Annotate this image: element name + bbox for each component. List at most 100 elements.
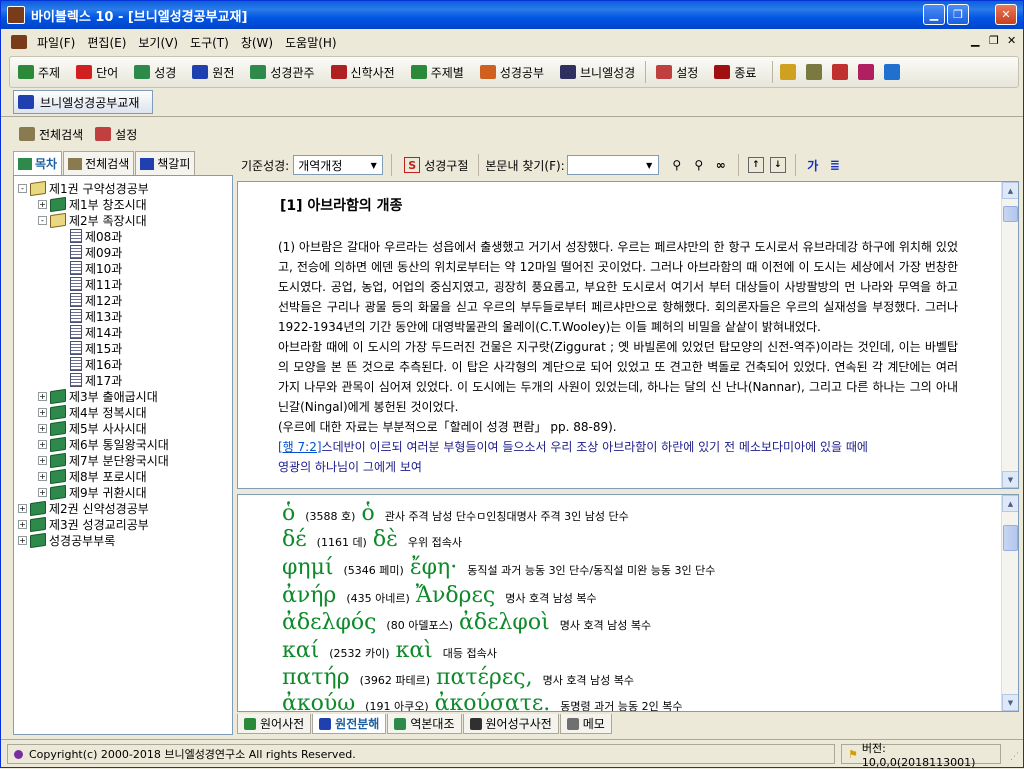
tree-node[interactable]: + 제1부 창조시대 bbox=[14, 196, 232, 212]
scroll-down-icon[interactable]: ▼ bbox=[1002, 471, 1018, 488]
tab-bookmarks[interactable]: 책갈피 bbox=[135, 151, 196, 175]
tab-contents[interactable]: 목차 bbox=[13, 151, 63, 175]
tree-node[interactable]: 제17과 bbox=[14, 372, 232, 388]
tree-node[interactable]: 제14과 bbox=[14, 324, 232, 340]
greek-scrollbar[interactable]: ▲ ▼ bbox=[1001, 495, 1018, 711]
find-prev-icon[interactable]: ⚲ bbox=[669, 157, 685, 173]
expand-icon[interactable]: + bbox=[38, 455, 47, 465]
menu-window[interactable]: 창(W) bbox=[235, 34, 279, 51]
resize-grip-icon[interactable]: ⋰ bbox=[1010, 752, 1019, 762]
article-scrollbar[interactable]: ▲ ▼ bbox=[1001, 182, 1018, 488]
menu-file[interactable]: 파일(F) bbox=[31, 34, 81, 51]
tree-node[interactable]: + 제3부 출애굽시대 bbox=[14, 388, 232, 404]
close-button[interactable]: ✕ bbox=[995, 4, 1017, 25]
verse-button[interactable]: S 성경구절 bbox=[400, 152, 472, 178]
mdi-close-button[interactable]: ✕ bbox=[1007, 34, 1016, 47]
expand-icon[interactable]: + bbox=[38, 199, 47, 209]
find-next-icon[interactable]: ⚲ bbox=[691, 157, 707, 173]
page-prev-icon[interactable]: ↑ bbox=[747, 157, 764, 173]
tree-node[interactable]: 제15과 bbox=[14, 340, 232, 356]
app-icon[interactable] bbox=[7, 6, 25, 24]
greek-entry[interactable]: ἀδελφός (80 아델포스) ἀδελφοὶ 명사 호격 남성 복수 bbox=[282, 610, 651, 635]
menu-tools[interactable]: 도구(T) bbox=[184, 34, 235, 51]
extra-toolbar-icon[interactable] bbox=[780, 64, 797, 80]
expand-icon[interactable]: + bbox=[38, 471, 47, 481]
expand-icon[interactable]: + bbox=[38, 487, 47, 497]
binoculars-icon[interactable]: ∞ bbox=[713, 157, 729, 173]
scroll-up-icon[interactable]: ▲ bbox=[1002, 182, 1018, 199]
expand-icon[interactable]: + bbox=[18, 535, 27, 545]
toolbar-button-10[interactable]: 종료 bbox=[706, 59, 764, 85]
search-all-button[interactable]: 전체검색 bbox=[13, 121, 89, 147]
tree-node[interactable]: + 제6부 통일왕국시대 bbox=[14, 436, 232, 452]
page-next-icon[interactable]: ↓ bbox=[769, 157, 786, 173]
tree-node[interactable]: 제12과 bbox=[14, 292, 232, 308]
tree-node[interactable]: 제13과 bbox=[14, 308, 232, 324]
extra-toolbar-icon[interactable] bbox=[884, 64, 901, 80]
expand-icon[interactable]: + bbox=[38, 423, 47, 433]
minimize-button[interactable]: ▁ bbox=[923, 4, 945, 25]
bottom-tab-1[interactable]: 원전분해 bbox=[312, 714, 387, 734]
greek-entry[interactable]: καί (2532 카이) καὶ 대등 접속사 bbox=[282, 638, 497, 663]
toolbar-button-7[interactable]: 성경공부 bbox=[472, 59, 552, 85]
base-bible-select[interactable]: 개역개정 ▼ bbox=[293, 155, 384, 175]
scroll-thumb[interactable] bbox=[1003, 206, 1018, 222]
tree-node[interactable]: 제11과 bbox=[14, 276, 232, 292]
greek-entry[interactable]: ὁ (3588 호) ὁ 관사 주격 남성 단수ㅁ인칭대명사 주격 3인 남성 단수 bbox=[282, 501, 629, 526]
tab-search-all[interactable]: 전체검색 bbox=[63, 151, 135, 175]
expand-icon[interactable]: + bbox=[38, 407, 47, 417]
menu-help[interactable]: 도움말(H) bbox=[279, 34, 343, 51]
greek-entry[interactable]: ἀνήρ (435 아네르) Ἄνδρες 명사 호격 남성 복수 bbox=[282, 583, 597, 608]
tree-node[interactable]: + 제4부 정복시대 bbox=[14, 404, 232, 420]
extra-toolbar-icon[interactable] bbox=[806, 64, 823, 80]
greek-entry[interactable]: δέ (1161 데) δὲ 우위 접속사 bbox=[282, 527, 462, 552]
mdi-minimize-button[interactable]: ▁ bbox=[971, 34, 979, 47]
bottom-tab-2[interactable]: 역본대조 bbox=[387, 714, 462, 734]
tree-node[interactable]: 제08과 bbox=[14, 228, 232, 244]
expand-icon[interactable]: + bbox=[18, 503, 27, 513]
scroll-thumb[interactable] bbox=[1003, 525, 1018, 551]
greek-analysis-pane[interactable]: ▲ ▼ ὁ (3588 호) ὁ 관사 주격 남성 단수ㅁ인칭대명사 주격 3인 남성… bbox=[237, 494, 1019, 712]
tree-node[interactable]: 제10과 bbox=[14, 260, 232, 276]
tab-study-material[interactable]: 브니엘성경공부교재 bbox=[13, 90, 153, 114]
toolbar-button-0[interactable]: 주제 bbox=[10, 59, 68, 85]
toolbar-button-2[interactable]: 성경 bbox=[126, 59, 184, 85]
toolbar-button-8[interactable]: 브니엘성경 bbox=[552, 59, 643, 85]
tree-node[interactable]: + 제7부 분단왕국시대 bbox=[14, 452, 232, 468]
font-size-icon[interactable]: 가 bbox=[805, 157, 821, 173]
expand-icon[interactable]: + bbox=[38, 439, 47, 449]
extra-toolbar-icon[interactable] bbox=[832, 64, 849, 80]
scroll-up-icon[interactable]: ▲ bbox=[1002, 495, 1018, 512]
tree-node[interactable]: - 제2부 족장시대 bbox=[14, 212, 232, 228]
tree-node[interactable]: 제16과 bbox=[14, 356, 232, 372]
greek-entry[interactable]: πατήρ (3962 파테르) πατέρες, 명사 호격 남성 복수 bbox=[282, 665, 634, 690]
tree-node[interactable]: + 제9부 귀환시대 bbox=[14, 484, 232, 500]
tree-node[interactable]: + 제3권 성경교리공부 bbox=[14, 516, 232, 532]
align-icon[interactable]: ≣ bbox=[827, 157, 843, 173]
extra-toolbar-icon[interactable] bbox=[858, 64, 875, 80]
tree-node[interactable]: + 제8부 포로시대 bbox=[14, 468, 232, 484]
menu-view[interactable]: 보기(V) bbox=[132, 34, 184, 51]
tree-node[interactable]: - 제1권 구약성경공부 bbox=[14, 180, 232, 196]
toolbar-button-1[interactable]: 단어 bbox=[68, 59, 126, 85]
collapse-icon[interactable]: - bbox=[18, 183, 27, 193]
bottom-tab-4[interactable]: 메모 bbox=[559, 714, 612, 734]
find-input[interactable]: ▼ bbox=[566, 155, 659, 175]
toolbar-button-3[interactable]: 원전 bbox=[184, 59, 242, 85]
settings-button[interactable]: 설정 bbox=[89, 121, 143, 147]
mdi-restore-button[interactable]: ❐ bbox=[989, 34, 999, 47]
toolbar-button-6[interactable]: 주제별 bbox=[403, 59, 472, 85]
expand-icon[interactable]: + bbox=[38, 391, 47, 401]
scroll-down-icon[interactable]: ▼ bbox=[1002, 694, 1018, 711]
toolbar-button-5[interactable]: 신학사전 bbox=[323, 59, 403, 85]
collapse-icon[interactable]: - bbox=[38, 215, 47, 225]
toolbar-button-9[interactable]: 설정 bbox=[648, 59, 706, 85]
greek-entry[interactable]: ἀκούω (191 아쿠오) ἀκούσατε. 동명령 과거 능동 2인 복수 bbox=[282, 691, 682, 711]
title-bar[interactable]: 바이블렉스 10 - [브니엘성경공부교재] ▁ ❐ ✕ bbox=[1, 1, 1023, 29]
greek-entry[interactable]: φημί (5346 페미) ἔφη· 동직설 과거 능동 3인 단수/동직설 미완 … bbox=[282, 555, 715, 580]
expand-icon[interactable]: + bbox=[18, 519, 27, 529]
menu-edit[interactable]: 편집(E) bbox=[81, 34, 132, 51]
article-pane[interactable]: [1] 아브라함의 개종 (1) 아브람은 갈대아 우르라는 성읍에서 출생했고… bbox=[237, 181, 1019, 489]
tree-node[interactable]: + 성경공부부록 bbox=[14, 532, 232, 548]
bottom-tab-3[interactable]: 원어성구사전 bbox=[462, 714, 559, 734]
